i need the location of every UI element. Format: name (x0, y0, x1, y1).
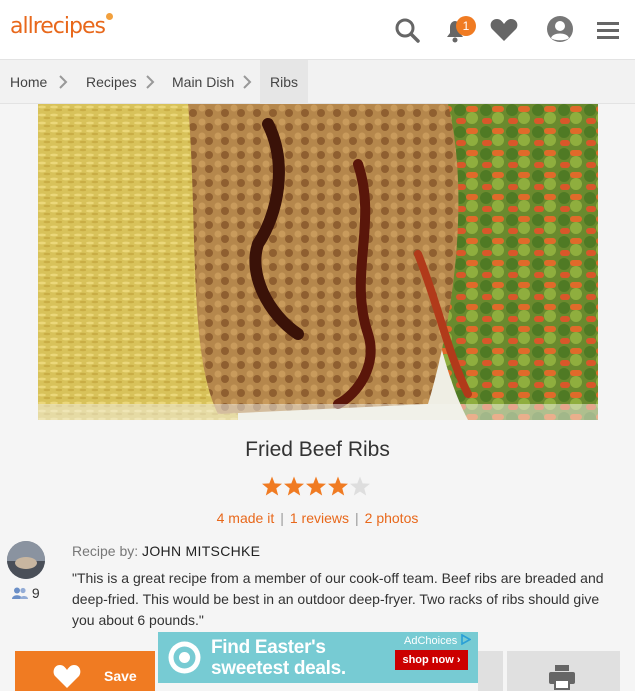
byline-label: Recipe by: (72, 543, 139, 559)
rating-stars (262, 476, 370, 496)
logo-dot (105, 13, 113, 20)
recipe-photo[interactable] (38, 104, 598, 420)
star-empty-icon (350, 476, 370, 496)
followers-icon (12, 587, 28, 599)
share-button[interactable] (478, 651, 503, 691)
followers-count: 9 (12, 585, 40, 601)
target-logo-icon (168, 641, 201, 674)
heart-icon (53, 665, 81, 688)
save-button[interactable]: Save (15, 651, 155, 691)
recipe-stats: 4 made it | 1 reviews | 2 photos (0, 510, 635, 526)
followers-number: 9 (31, 585, 40, 601)
search-icon[interactable] (390, 13, 424, 47)
avatar[interactable] (7, 541, 45, 579)
printer-icon (549, 665, 575, 690)
chevron-right-icon (59, 75, 68, 89)
reviews-link[interactable]: 1 reviews (290, 510, 349, 526)
star-filled-icon (306, 476, 326, 496)
ad-line-1: Find Easter's (211, 637, 326, 658)
menu-icon[interactable] (591, 13, 625, 47)
adchoices-link[interactable]: AdChoices (404, 633, 472, 647)
made-it-link[interactable]: 4 made it (217, 510, 275, 526)
recipe-title: Fried Beef Ribs (245, 438, 390, 461)
notification-badge: 1 (456, 16, 476, 36)
byline: Recipe by: JOHN MITSCHKE (72, 543, 260, 559)
breadcrumb-main-dish[interactable]: Main Dish (172, 60, 234, 104)
photos-link[interactable]: 2 photos (365, 510, 419, 526)
star-filled-icon (262, 476, 282, 496)
print-button[interactable] (507, 651, 620, 691)
star-filled-icon (328, 476, 348, 496)
top-bar: allrecipes 1 (0, 0, 635, 60)
save-button-label: Save (104, 668, 137, 684)
chevron-right-icon (243, 75, 252, 89)
ad-line-2: sweetest deals. (211, 658, 346, 679)
star-filled-icon (284, 476, 304, 496)
shop-now-button[interactable]: shop now › (395, 650, 468, 670)
avatar-image (7, 541, 45, 579)
breadcrumb-home[interactable]: Home (10, 60, 47, 104)
breadcrumb-ribs[interactable]: Ribs (260, 60, 309, 104)
separator: | (355, 510, 359, 526)
chevron-right-icon (146, 75, 155, 89)
breadcrumb: Home Recipes Main Dish Ribs (0, 60, 635, 104)
advertisement[interactable]: Find Easter's sweetest deals. AdChoices … (158, 632, 478, 683)
profile-icon[interactable] (543, 13, 577, 47)
site-logo[interactable]: allrecipes (10, 13, 113, 39)
ad-headline: Find Easter's sweetest deals. (211, 637, 346, 679)
recipe-photo-image (38, 104, 598, 420)
breadcrumb-recipes[interactable]: Recipes (86, 60, 137, 104)
heart-icon[interactable] (487, 13, 521, 47)
author-name[interactable]: JOHN MITSCHKE (142, 543, 260, 559)
adchoices-icon (461, 633, 472, 646)
adchoices-label: AdChoices (404, 635, 458, 647)
logo-text: allrecipes (10, 14, 106, 39)
recipe-description: "This is a great recipe from a member of… (72, 570, 604, 628)
separator: | (280, 510, 284, 526)
